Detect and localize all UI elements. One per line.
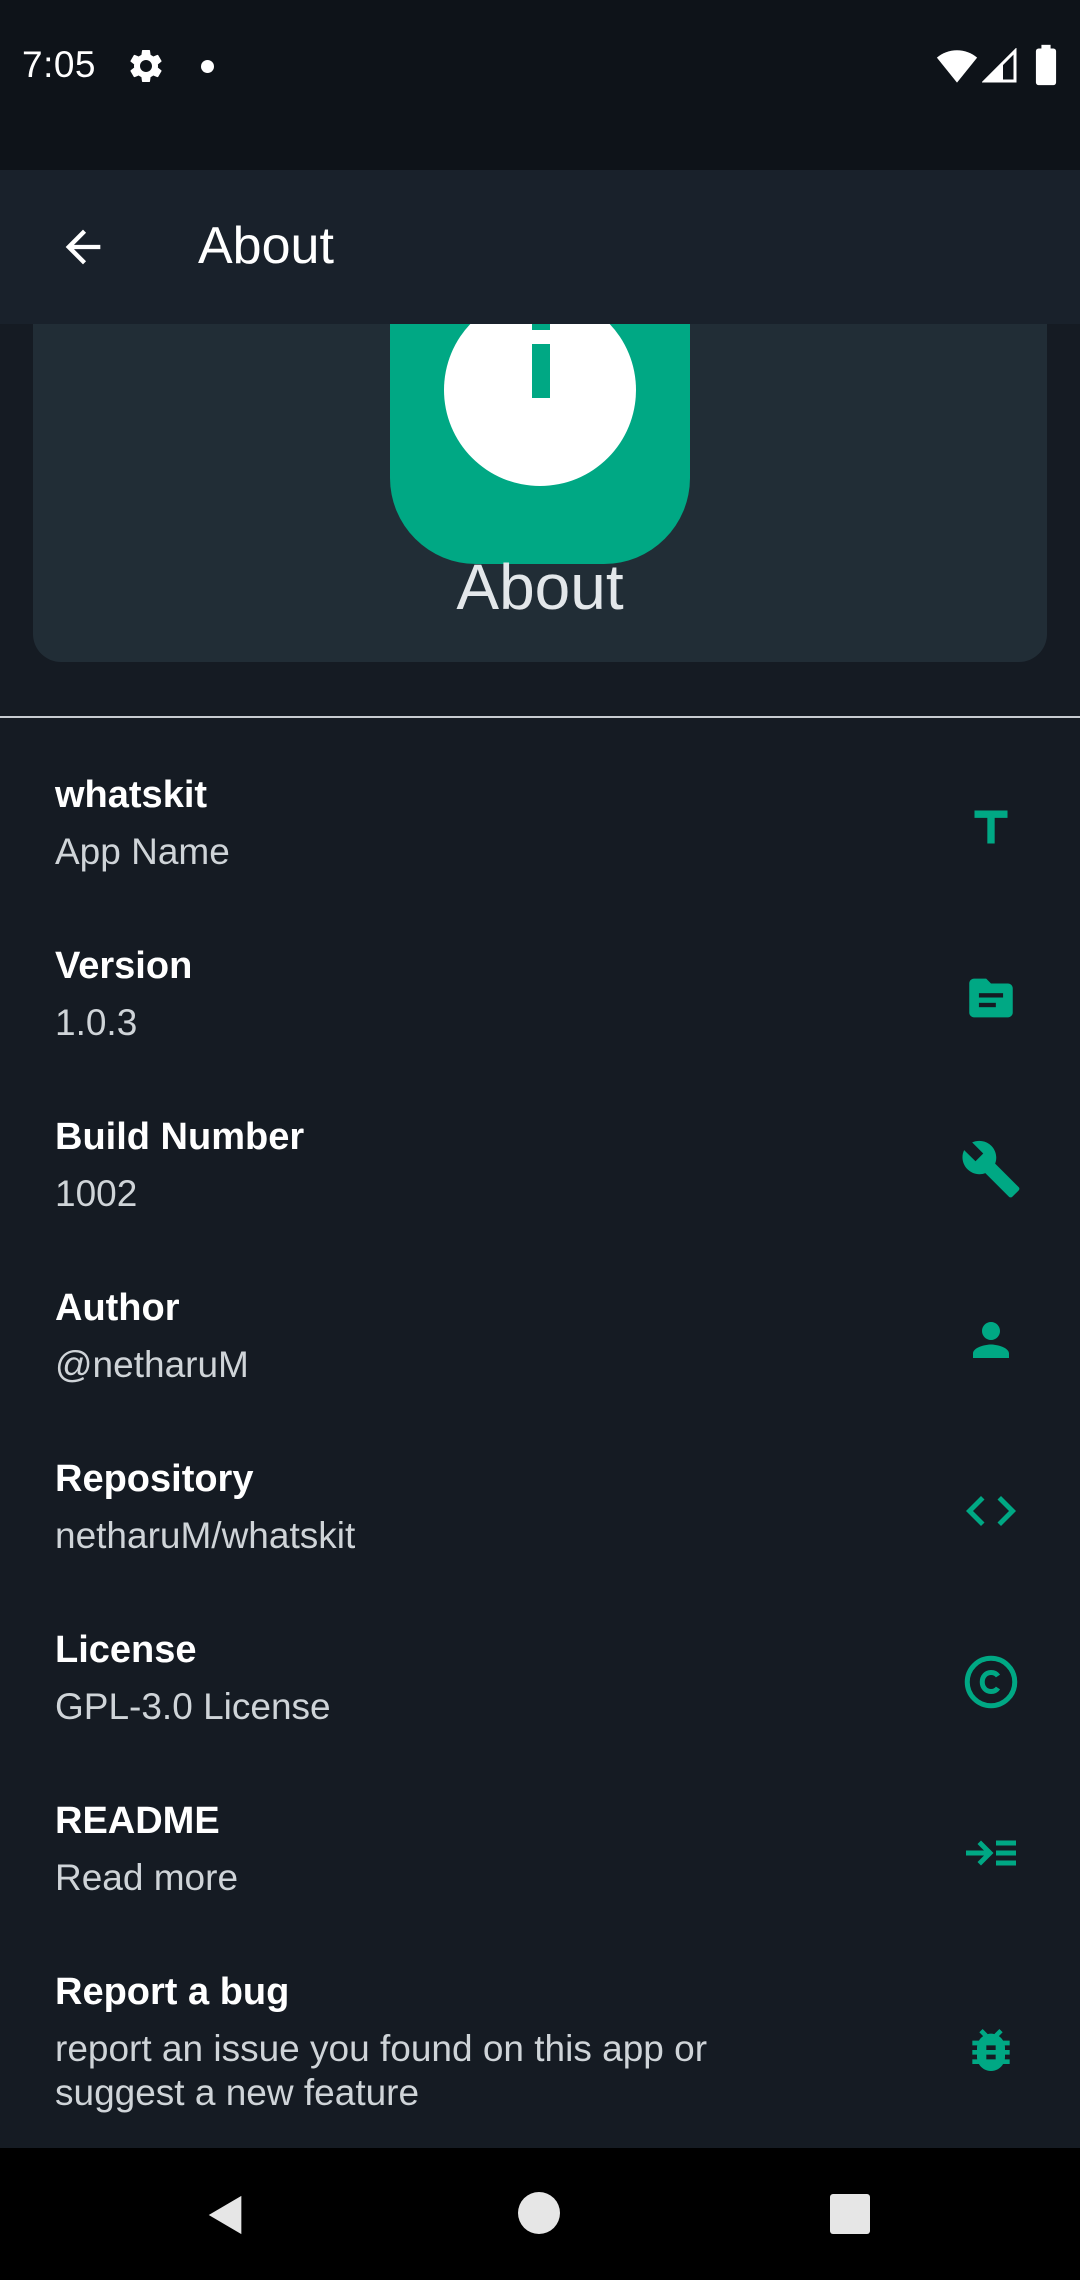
gear-icon <box>130 49 162 82</box>
item-title: Report a bug <box>55 1971 290 2013</box>
screen: 7:05 About About whatskit App Name Versi… <box>0 0 1080 2280</box>
item-title: Author <box>55 1287 180 1329</box>
status-bar: 7:05 <box>0 0 1080 170</box>
item-subtitle: 1002 <box>55 1173 138 1214</box>
item-subtitle: 1.0.3 <box>55 1002 138 1043</box>
nav-home-icon[interactable] <box>518 2192 560 2234</box>
about-list: whatskit App Name Version 1.0.3 Build Nu… <box>0 720 1080 2139</box>
item-title: Repository <box>55 1458 254 1500</box>
app-logo <box>390 324 690 564</box>
list-item-build-number[interactable]: Build Number 1002 <box>0 1062 1080 1233</box>
bug-icon <box>958 2017 1024 2083</box>
info-icon <box>444 324 636 486</box>
back-button[interactable] <box>36 200 130 294</box>
format-indent-icon <box>958 1820 1024 1886</box>
list-item-author[interactable]: Author @netharuM <box>0 1233 1080 1404</box>
wifi-icon <box>936 50 978 83</box>
list-item-license[interactable]: License GPL-3.0 License <box>0 1575 1080 1746</box>
article-icon <box>958 965 1024 1031</box>
item-subtitle: Read more <box>55 1857 239 1898</box>
item-subtitle: App Name <box>55 831 230 872</box>
about-header-card: About <box>33 324 1047 662</box>
copyright-icon <box>958 1649 1024 1715</box>
system-nav-bar <box>0 2148 1080 2280</box>
item-subtitle: report an issue you found on this app or… <box>55 2028 708 2113</box>
page-title: About <box>198 217 334 275</box>
app-bar: About <box>0 170 1080 324</box>
item-subtitle: @netharuM <box>55 1344 249 1385</box>
item-subtitle: netharuM/whatskit <box>55 1515 356 1556</box>
list-item-readme[interactable]: README Read more <box>0 1746 1080 1917</box>
item-subtitle: GPL-3.0 License <box>55 1686 331 1727</box>
status-time: 7:05 <box>22 44 97 85</box>
item-title: whatskit <box>55 774 208 816</box>
list-item-app-name[interactable]: whatskit App Name <box>0 720 1080 891</box>
item-title: Version <box>55 945 193 987</box>
notification-dot-icon <box>201 60 214 73</box>
item-title: Build Number <box>55 1116 305 1158</box>
list-item-repository[interactable]: Repository netharuM/whatskit <box>0 1404 1080 1575</box>
battery-icon <box>1035 44 1057 86</box>
item-title: README <box>55 1800 220 1842</box>
hero-title: About <box>456 551 624 623</box>
arrow-left-icon <box>65 229 101 265</box>
nav-back-icon[interactable] <box>203 2192 249 2238</box>
signal-icon <box>982 48 1017 83</box>
list-item-report-bug[interactable]: Report a bug report an issue you found o… <box>0 1917 1080 2139</box>
nav-recents-icon[interactable] <box>830 2194 870 2234</box>
code-icon <box>958 1478 1024 1544</box>
person-icon <box>958 1307 1024 1373</box>
text-t-icon <box>958 794 1024 860</box>
list-item-version[interactable]: Version 1.0.3 <box>0 891 1080 1062</box>
wrench-icon <box>958 1136 1024 1202</box>
item-title: License <box>55 1629 197 1671</box>
divider <box>0 716 1080 718</box>
